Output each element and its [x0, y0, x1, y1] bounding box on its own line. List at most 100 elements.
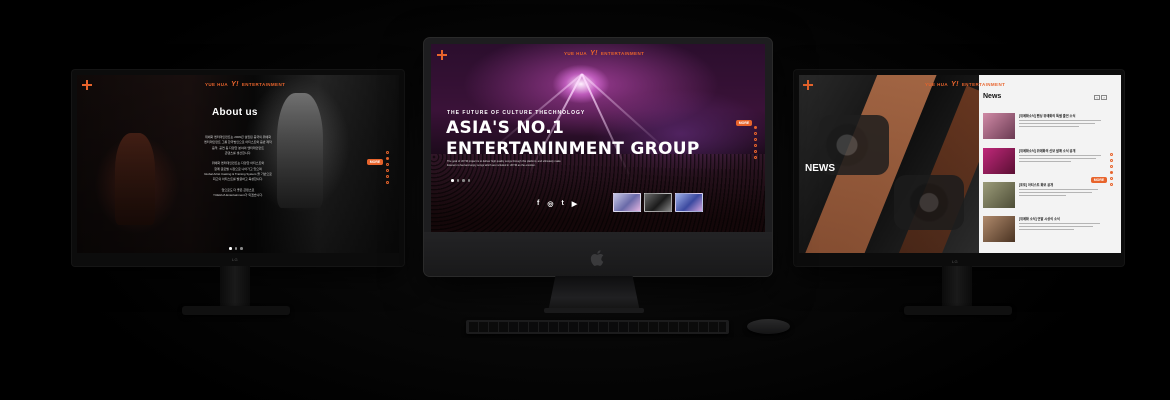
right-stand-logo: LG	[952, 259, 958, 264]
pager-dot[interactable]	[754, 132, 757, 135]
hero-title: ASIA'S NO.1 ENTERTANINMENT GROUP	[446, 118, 700, 160]
menu-plus-icon[interactable]	[82, 80, 92, 90]
pager-dot[interactable]	[386, 175, 389, 178]
brand-name: YUE HUA	[205, 82, 229, 87]
news-thumbnail	[983, 216, 1015, 242]
news-thumbnail	[983, 182, 1015, 208]
hero-title-line: ASIA'S NO.1	[446, 118, 565, 138]
hero-more-button[interactable]: MORE	[736, 120, 752, 126]
video-thumbnail[interactable]	[675, 193, 703, 212]
news-text-line	[1019, 157, 1097, 160]
slide-dot[interactable]	[240, 247, 243, 250]
left-monitor-neck	[220, 266, 250, 308]
brand-logo[interactable]: YUE HUA Y! ENTERTAINMENT	[925, 81, 1005, 88]
about-more-button[interactable]: MORE	[367, 159, 383, 165]
news-item[interactable]: [포토] 아티스트 화보 공개	[983, 182, 1105, 208]
news-info: [위에화 소식] 연말 시상식 소식	[1019, 216, 1105, 242]
news-text-line	[1019, 189, 1099, 191]
keyboard	[466, 320, 729, 334]
news-text-line	[1019, 191, 1093, 194]
right-monitor-neck	[942, 266, 972, 308]
slide-dot[interactable]	[456, 179, 459, 182]
slide-dot-active[interactable]	[451, 179, 454, 182]
pager-dot[interactable]	[386, 169, 389, 172]
pager-dot[interactable]	[754, 138, 757, 141]
pager-dot[interactable]	[386, 163, 389, 166]
pager-dot-active[interactable]	[386, 157, 389, 160]
brand-suffix: ENTERTAINMENT	[241, 82, 286, 87]
news-panel: YUE HUA Y! ENTERTAINMENT News ‹ › [위에화소식…	[925, 75, 1121, 253]
about-line: YUEHUA Entertainment가 되겠습니다.	[212, 193, 264, 198]
pager-dot-active[interactable]	[754, 126, 757, 129]
news-text-line	[1019, 194, 1067, 197]
news-item-title: [위에화 소식] 연말 시상식 소식	[1019, 217, 1060, 221]
news-hero: NEWS	[799, 75, 979, 253]
hero-subtitle: THE FUTURE OF CULTURE THECHNOLOGY	[447, 110, 586, 116]
news-more-button[interactable]: MORE	[1091, 177, 1107, 183]
news-thumbnail	[983, 113, 1015, 139]
news-item[interactable]: [위에화 소식] 연말 시상식 소식	[983, 216, 1105, 242]
section-pager[interactable]	[1110, 153, 1113, 186]
pager-dot[interactable]	[1110, 165, 1113, 168]
showcase-scene: YUE HUA Y! ENTERTAINMENT About us 위에화 엔터…	[0, 0, 1170, 400]
apple-logo-icon	[590, 250, 604, 266]
pager-dot[interactable]	[754, 156, 757, 159]
brand-name: YUE HUA	[925, 82, 949, 87]
facebook-icon[interactable]: f	[537, 200, 539, 208]
news-panel-title: News	[983, 93, 1002, 100]
hero-slide-indicator[interactable]	[451, 179, 470, 182]
slide-dot[interactable]	[467, 179, 470, 182]
brand-suffix: ENTERTAINMENT	[961, 82, 1006, 87]
video-thumbnail[interactable]	[613, 193, 641, 212]
left-stand-logo: LG	[232, 257, 238, 262]
brand-logo[interactable]: YUE HUA Y! ENTERTAINMENT	[205, 81, 285, 88]
menu-plus-icon[interactable]	[437, 50, 447, 60]
news-text-line	[1019, 225, 1093, 228]
pager-dot[interactable]	[1110, 177, 1113, 180]
pager-dot[interactable]	[754, 144, 757, 147]
about-body: 위에화 엔터테인먼트는 2009년 설립된 중국의 위에화 엔터테인먼트 그룹 …	[179, 135, 297, 199]
pager-dot[interactable]	[1110, 153, 1113, 156]
pager-dot[interactable]	[754, 150, 757, 153]
brand-mark: Y!	[951, 81, 959, 88]
twitter-icon[interactable]: t	[561, 200, 563, 208]
camera-silhouette	[894, 175, 964, 230]
brand-mark: Y!	[590, 50, 598, 57]
section-pager[interactable]	[754, 126, 757, 159]
social-links: f ◎ t ▶	[537, 200, 577, 208]
news-pagination[interactable]: ‹ ›	[1094, 95, 1107, 100]
news-text-line	[1019, 160, 1071, 163]
news-item[interactable]: [위에화소식] 펜싱 위에화의 특별 출연 소식	[983, 113, 1105, 139]
pager-dot[interactable]	[386, 181, 389, 184]
news-prev-button[interactable]: ‹	[1094, 95, 1100, 100]
slide-dot[interactable]	[462, 179, 465, 182]
news-thumbnail	[983, 148, 1015, 174]
brand-name: YUE HUA	[564, 51, 588, 56]
right-monitor-base	[904, 306, 1012, 315]
pager-dot-active[interactable]	[1110, 171, 1113, 174]
about-title: About us	[212, 107, 258, 118]
imac-screen: YUE HUA Y! ENTERTAINMENT THE FUTURE OF C…	[431, 44, 765, 232]
left-slide-indicator[interactable]	[229, 247, 243, 250]
brand-mark: Y!	[231, 81, 239, 88]
left-monitor-screen: YUE HUA Y! ENTERTAINMENT About us 위에화 엔터…	[77, 75, 399, 253]
news-next-button[interactable]: ›	[1101, 95, 1107, 100]
news-item[interactable]: [위에화소식] 위에화의 신보 발매 소식 공개	[983, 148, 1105, 174]
slide-dot[interactable]	[234, 247, 237, 250]
video-thumbnails	[613, 193, 703, 212]
youtube-icon[interactable]: ▶	[572, 200, 577, 208]
menu-plus-icon[interactable]	[803, 80, 813, 90]
brand-logo[interactable]: YUE HUA Y! ENTERTAINMENT	[564, 50, 644, 57]
section-pager[interactable]	[386, 151, 389, 184]
video-thumbnail[interactable]	[644, 193, 672, 212]
slide-dot-active[interactable]	[229, 247, 232, 250]
instagram-icon[interactable]: ◎	[547, 200, 553, 208]
news-section-label: NEWS	[805, 163, 835, 174]
pager-dot[interactable]	[1110, 159, 1113, 162]
hero-description: The goal of UFYM project is to deliver h…	[447, 160, 561, 167]
hero-title-line: ENTERTANINMENT GROUP	[446, 139, 700, 159]
pager-dot[interactable]	[1110, 183, 1113, 186]
pager-dot[interactable]	[386, 151, 389, 154]
news-text-line	[1019, 120, 1101, 122]
news-text-line	[1019, 223, 1100, 225]
